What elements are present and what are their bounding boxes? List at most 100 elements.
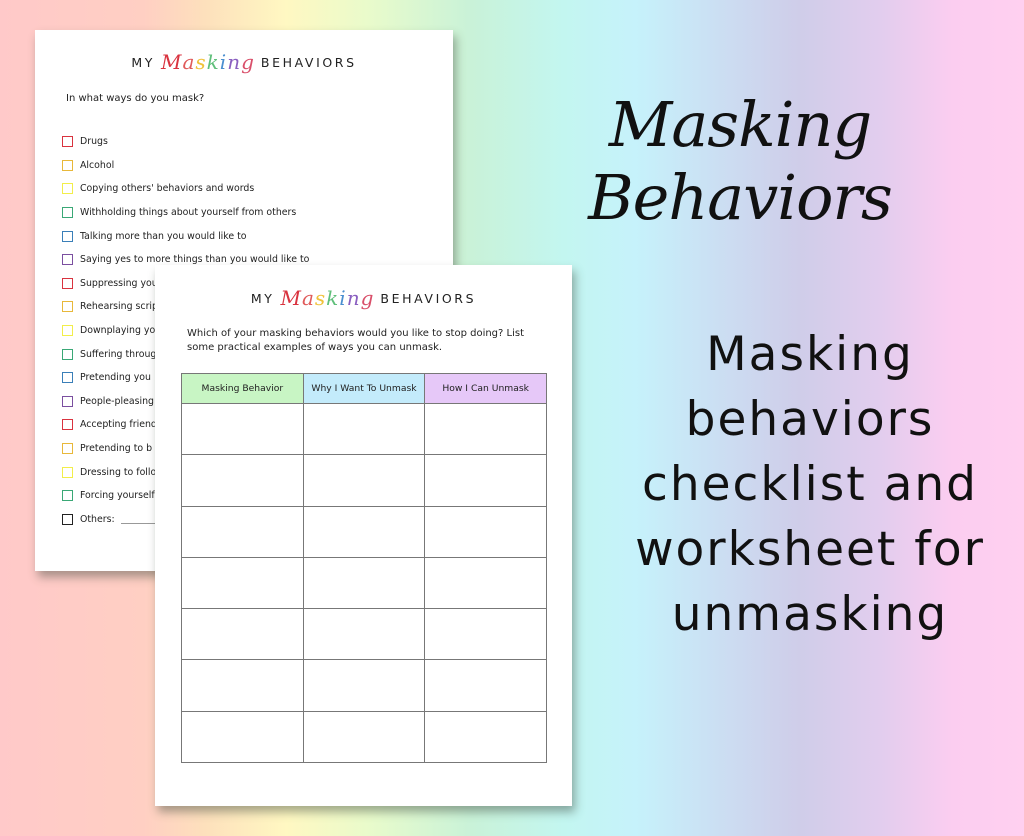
checklist-item-label: Copying others' behaviors and words — [80, 183, 255, 195]
worksheet-cell[interactable] — [181, 659, 304, 712]
worksheet-row — [181, 402, 547, 456]
checklist-item-label: Suppressing you — [80, 277, 158, 289]
checkbox[interactable] — [62, 207, 73, 219]
worksheet-cell[interactable] — [181, 710, 304, 764]
checkbox[interactable] — [62, 325, 73, 337]
worksheet-page-title: MY Masking BEHAVIORS — [155, 284, 572, 310]
checkbox[interactable] — [62, 136, 73, 148]
subtitle-line: Masking — [706, 327, 914, 382]
checklist-item-label: Forcing yourself — [80, 490, 155, 502]
checkbox[interactable] — [62, 254, 73, 266]
checkbox[interactable] — [62, 513, 73, 525]
checkbox[interactable] — [62, 490, 73, 502]
title-script-letter: s — [195, 50, 207, 74]
title-suffix: BEHAVIORS — [380, 291, 477, 306]
checklist-item-label: Dressing to follo — [80, 466, 157, 478]
worksheet-prompt: Which of your masking behaviors would yo… — [187, 328, 524, 353]
worksheet-cell[interactable] — [181, 608, 304, 661]
worksheet-cell[interactable] — [181, 556, 304, 610]
worksheet-cell[interactable] — [302, 710, 426, 764]
worksheet-row — [181, 659, 547, 712]
title-script-letter: n — [346, 286, 361, 310]
checklist-item-label: Drugs — [80, 136, 108, 148]
worksheet-cell[interactable] — [181, 402, 304, 456]
worksheet-page: MY Masking BEHAVIORS Which of your masking… — [155, 265, 572, 806]
unmasking-worksheet-table: Masking Behavior Why I Want To Unmask How … — [181, 373, 547, 764]
checklist-item-label: Talking more than you would like to — [80, 230, 247, 242]
worksheet-column-header: Why I Want To Unmask — [302, 373, 426, 404]
checklist-item-label: Pretending you — [80, 372, 151, 384]
checklist-item-label: Accepting friend — [80, 419, 157, 431]
title-script-letter: g — [360, 286, 375, 310]
title-script-letter: a — [301, 286, 315, 310]
worksheet-column-header: Masking Behavior — [181, 373, 304, 404]
checklist-item-label: Withholding things about yourself from o… — [80, 207, 297, 219]
title-script-letter: k — [206, 50, 220, 74]
worksheet-cell[interactable] — [424, 608, 547, 661]
checklist-item-label: Rehearsing scrip — [80, 301, 158, 313]
title-script-letter: M — [160, 50, 183, 74]
checkbox[interactable] — [62, 159, 73, 171]
worksheet-cell[interactable] — [302, 608, 426, 661]
worksheet-cell[interactable] — [424, 659, 547, 712]
checklist-item: Talking more than you would like to — [62, 224, 452, 248]
worksheet-cell[interactable] — [181, 454, 304, 507]
worksheet-row — [181, 556, 547, 610]
subtitle: Masking behaviors checklist and worksheet f… — [600, 322, 1020, 647]
checkbox[interactable] — [62, 395, 73, 407]
checkbox[interactable] — [62, 230, 73, 242]
worksheet-cell[interactable] — [302, 659, 426, 712]
title-script-letter: s — [314, 286, 327, 310]
worksheet-cell[interactable] — [302, 556, 426, 610]
worksheet-row — [181, 608, 547, 661]
worksheet-cell[interactable] — [302, 454, 426, 507]
checkbox[interactable] — [62, 443, 73, 455]
checklist-item-label: Pretending to b — [80, 443, 153, 455]
worksheet-cell[interactable] — [424, 710, 547, 764]
title-script-letter: M — [280, 286, 302, 310]
title-suffix: BEHAVIORS — [260, 55, 357, 70]
checklist-item-label: Saying yes to more things than you would… — [80, 254, 310, 266]
headline: Masking Behaviors — [588, 88, 893, 234]
checkbox[interactable] — [62, 348, 73, 360]
checkbox[interactable] — [62, 277, 73, 289]
worksheet-cell[interactable] — [424, 402, 547, 456]
checkbox[interactable] — [62, 372, 73, 384]
checklist-item-label: Others: — [80, 513, 115, 525]
checklist-item-label: People-pleasing — [80, 395, 154, 407]
checklist-item: Drugs — [62, 130, 452, 154]
worksheet-cell[interactable] — [302, 505, 426, 558]
title-script-letter: g — [241, 50, 255, 74]
title-script-letter: n — [227, 50, 242, 74]
worksheet-row — [181, 710, 547, 764]
title-script-letter: k — [326, 286, 340, 310]
checkbox[interactable] — [62, 183, 73, 195]
worksheet-cell[interactable] — [302, 402, 426, 456]
checklist-item: Copying others' behaviors and words — [62, 177, 452, 201]
checkbox[interactable] — [62, 419, 73, 431]
worksheet-cell[interactable] — [424, 454, 547, 507]
subtitle-line: checklist and — [642, 457, 978, 512]
checklist-item-label: Downplaying yo — [80, 325, 156, 337]
title-script-letter: a — [182, 50, 196, 74]
checklist-page-title: MY Masking BEHAVIORS — [35, 48, 453, 74]
subtitle-line: worksheet for — [635, 522, 985, 577]
subtitle-line: unmasking — [671, 587, 949, 642]
checklist-item-label: Alcohol — [80, 159, 115, 171]
title-script-letter: i — [339, 286, 347, 310]
title-script-word: Masking — [280, 286, 374, 310]
worksheet-row — [181, 505, 547, 558]
title-prefix: MY — [131, 55, 155, 70]
checkbox[interactable] — [62, 301, 73, 313]
checklist-item: Withholding things about yourself from o… — [62, 201, 452, 225]
worksheet-header-row: Masking Behavior Why I Want To Unmask How … — [181, 373, 547, 404]
worksheet-cell[interactable] — [181, 505, 304, 558]
worksheet-cell[interactable] — [424, 556, 547, 610]
subtitle-line: behaviors — [685, 392, 935, 447]
checklist-prompt: In what ways do you mask? — [66, 93, 205, 104]
worksheet-cell[interactable] — [424, 505, 547, 558]
worksheet-column-header: How I Can Unmask — [424, 373, 547, 404]
checkbox[interactable] — [62, 466, 73, 478]
title-script-word: Masking — [161, 50, 255, 74]
worksheet-row — [181, 454, 547, 507]
